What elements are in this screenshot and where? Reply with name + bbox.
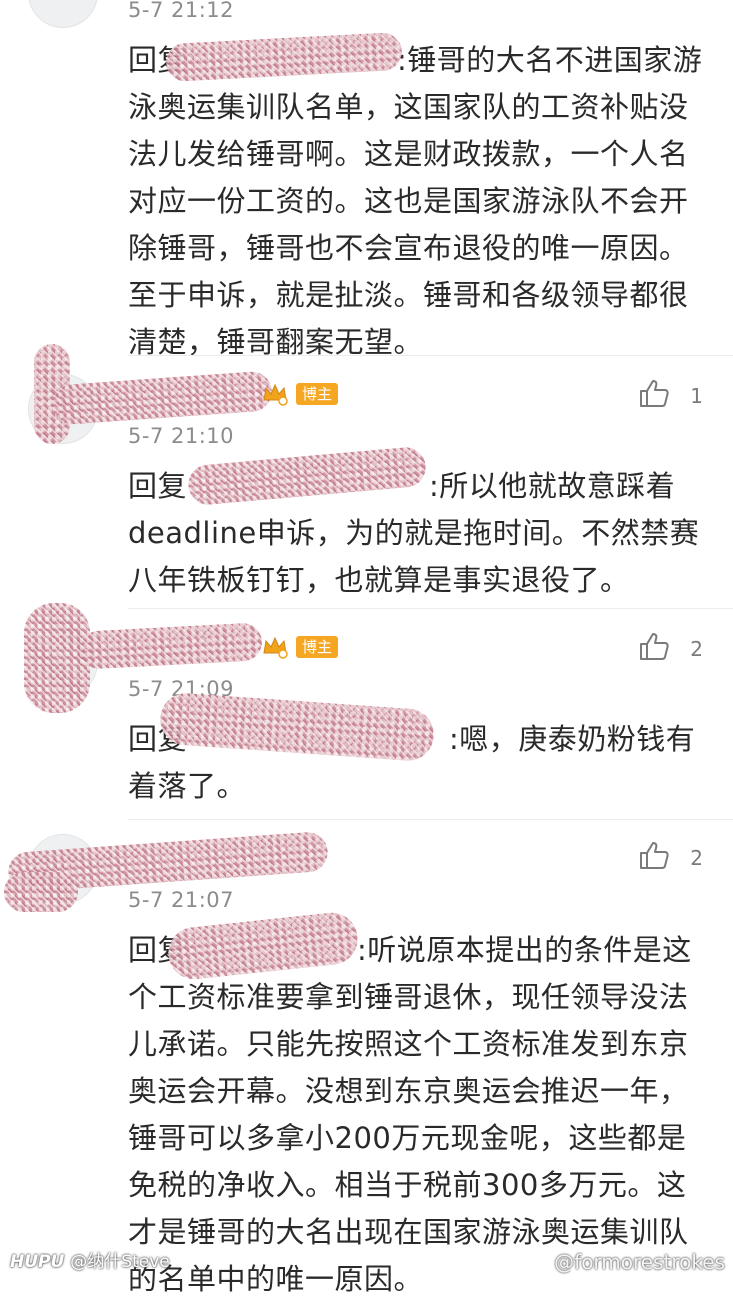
comment-item: 5-7 21:12 回复:锤哥的大名不进国家游泳奥运集训队名单，这国家队的工资补…: [0, 0, 733, 359]
author-row: 博主: [262, 627, 339, 667]
author-row: 博主: [262, 374, 339, 414]
comment-body: 锤哥的大名不进国家游泳奥运集训队名单，这国家队的工资补贴没法儿发给锤哥啊。这是财…: [128, 43, 703, 359]
comment-text: 回复:锤哥的大名不进国家游泳奥运集训队名单，这国家队的工资补贴没法儿发给锤哥啊。…: [128, 37, 708, 366]
redaction-scribble: [79, 622, 263, 670]
comment-timestamp: 5-7 21:07: [128, 888, 234, 912]
like-count: 2: [690, 636, 703, 661]
redaction-scribble: [4, 872, 78, 912]
comment-item: 博主 5-7 21:09 2 回复:嗯，庚泰奶粉钱有着落了。: [0, 603, 733, 819]
like-button[interactable]: 2: [638, 840, 703, 875]
like-button[interactable]: 2: [638, 631, 703, 666]
like-button[interactable]: 1: [638, 378, 703, 413]
reply-prefix: 回复: [128, 469, 188, 503]
comment-timestamp: 5-7 21:12: [128, 0, 234, 22]
watermark-user: @纳什Steve: [70, 1252, 170, 1272]
avatar[interactable]: [28, 0, 98, 28]
like-count: 1: [690, 383, 703, 408]
comment-item: 博主 5-7 21:10 1 回复:所以他就故意踩着deadline申诉，为的就…: [0, 344, 733, 608]
watermark-right: @formorestrokes: [554, 1250, 725, 1274]
watermark-bar: HUPU @纳什Steve @formorestrokes: [0, 1246, 733, 1280]
like-count: 2: [690, 845, 703, 870]
crown-icon: [262, 382, 288, 406]
comment-timestamp: 5-7 21:10: [128, 424, 234, 448]
redaction-scribble: [50, 370, 274, 426]
redaction-scribble: [24, 603, 90, 713]
thumbs-up-icon: [638, 378, 670, 413]
watermark-left: HUPU @纳什Steve: [10, 1247, 170, 1272]
author-badge: 博主: [296, 636, 339, 658]
crown-icon: [262, 635, 288, 659]
comment-body: 听说原本提出的条件是这个工资标准要拿到锤哥退休，现任领导没法儿承诺。只能先按照这…: [128, 933, 692, 1296]
comment-item: 5-7 21:07 2 回复:听说原本提出的条件是这个工资标准要拿到锤哥退休，现…: [0, 820, 733, 1296]
thumbs-up-icon: [638, 840, 670, 875]
brand-watermark: HUPU: [10, 1252, 65, 1272]
thumbs-up-icon: [638, 631, 670, 666]
author-badge: 博主: [296, 383, 339, 405]
